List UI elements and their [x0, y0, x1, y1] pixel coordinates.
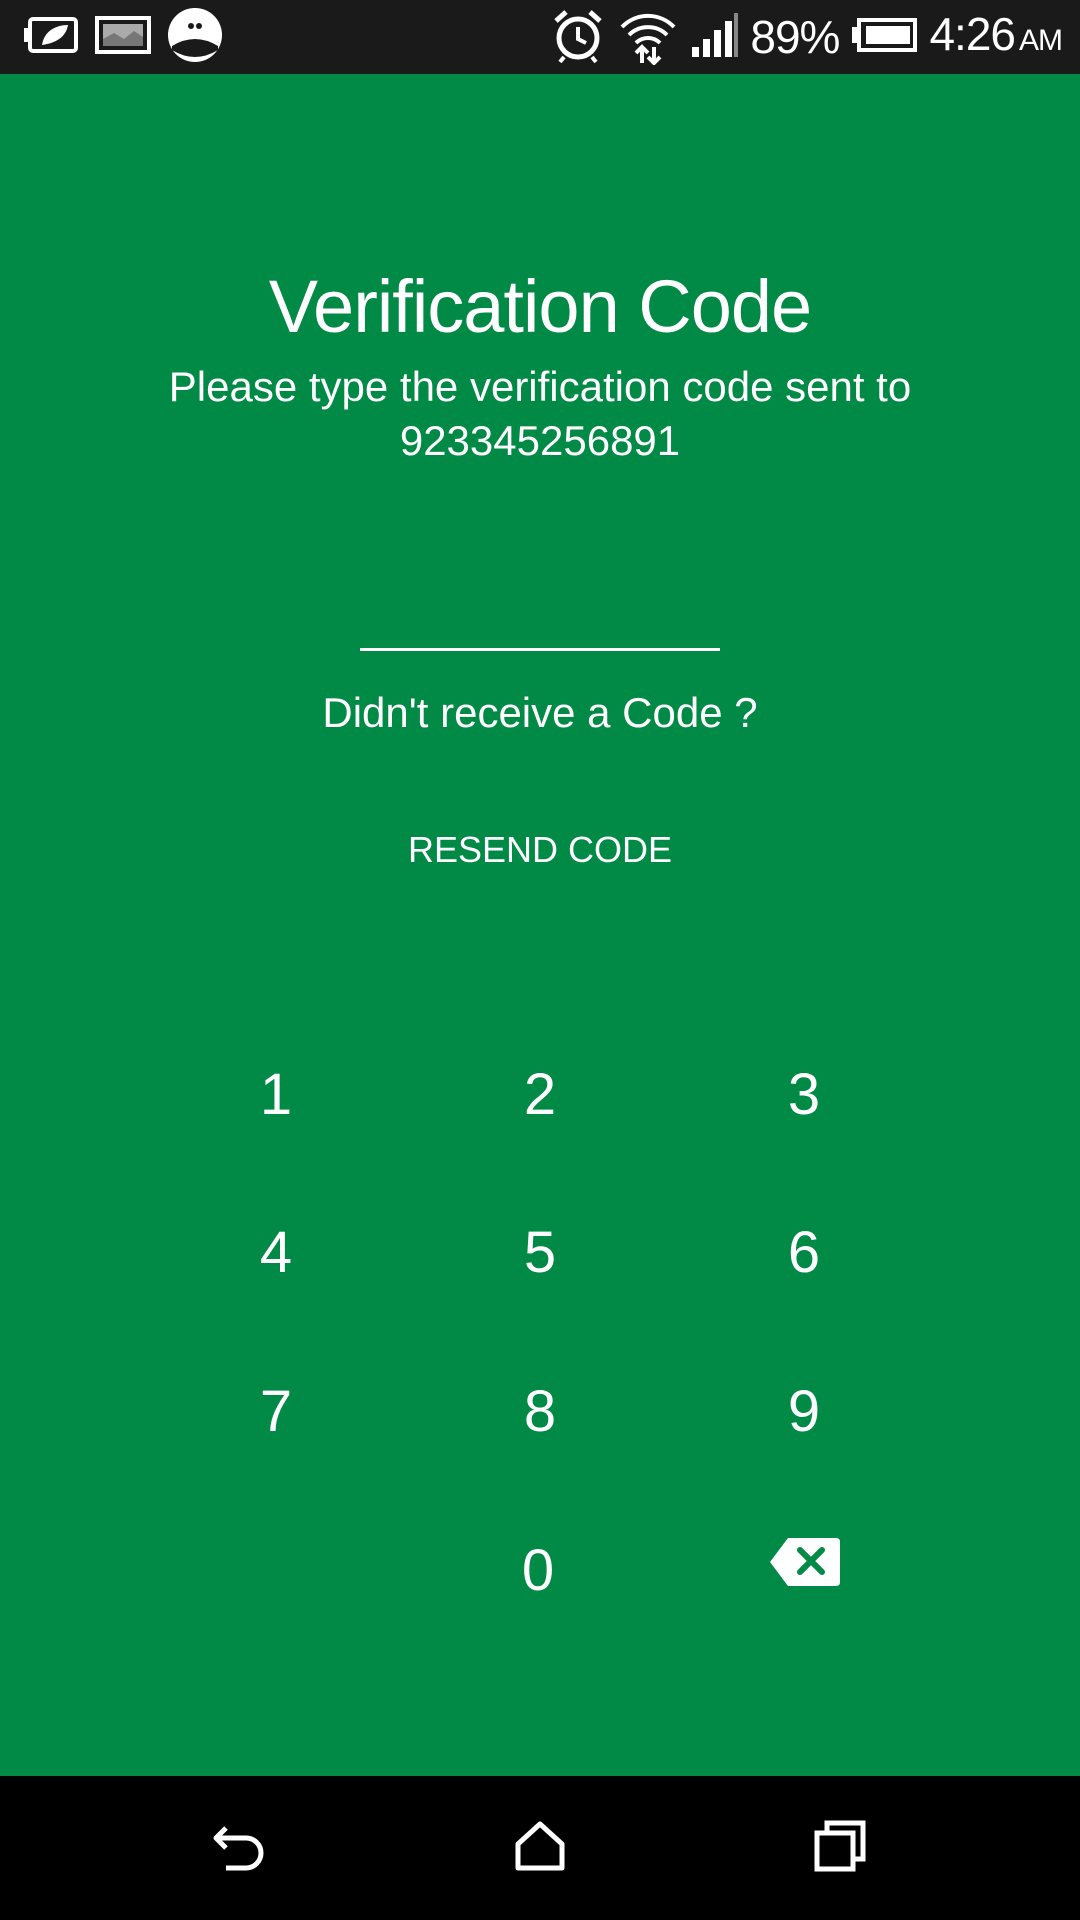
back-icon: [212, 1820, 268, 1876]
battery-saver-icon: [22, 15, 80, 59]
recents-icon: [813, 1819, 867, 1877]
instruction-text: Please type the verification code sent t…: [168, 363, 912, 410]
recents-button[interactable]: [780, 1798, 900, 1898]
key-5[interactable]: 5: [440, 1188, 640, 1318]
key-2[interactable]: 2: [440, 1030, 640, 1160]
status-left-icons: [22, 8, 224, 66]
key-6[interactable]: 6: [704, 1188, 904, 1318]
backspace-icon: [766, 1506, 842, 1636]
page-title: Verification Code: [268, 265, 812, 348]
key-0[interactable]: 0: [438, 1506, 638, 1636]
wifi-icon: [618, 5, 678, 69]
clock: 4:26 AM: [929, 0, 1063, 78]
home-button[interactable]: [480, 1798, 600, 1898]
verification-screen: 89% 4:26 AM Verification Code Please typ…: [0, 0, 1080, 1920]
alarm-icon: [550, 7, 606, 67]
signal-icon: [690, 13, 739, 61]
battery-icon: [851, 18, 918, 56]
clock-ampm: AM: [1019, 23, 1063, 57]
phone-number: 923345256891: [399, 417, 681, 464]
key-8[interactable]: 8: [440, 1347, 640, 1477]
image-icon: [94, 15, 152, 59]
owl-app-icon: [166, 6, 224, 68]
key-9[interactable]: 9: [704, 1347, 904, 1477]
resend-code-button[interactable]: RESEND CODE: [380, 820, 700, 880]
clock-time: 4:26: [929, 7, 1016, 60]
back-button[interactable]: [180, 1798, 300, 1898]
key-7[interactable]: 7: [176, 1347, 376, 1477]
status-right-icons: 89% 4:26 AM: [550, 0, 1063, 74]
battery-percent: 89%: [750, 11, 840, 63]
key-3[interactable]: 3: [704, 1030, 904, 1160]
system-nav-bar: [0, 1776, 1080, 1920]
key-4[interactable]: 4: [176, 1188, 376, 1318]
home-icon: [514, 1820, 566, 1876]
didnt-receive-text: Didn't receive a Code ?: [322, 689, 758, 736]
backspace-button[interactable]: [704, 1506, 904, 1636]
verification-code-input[interactable]: [360, 580, 720, 651]
key-1[interactable]: 1: [176, 1030, 376, 1160]
status-bar: 89% 4:26 AM: [0, 0, 1080, 74]
